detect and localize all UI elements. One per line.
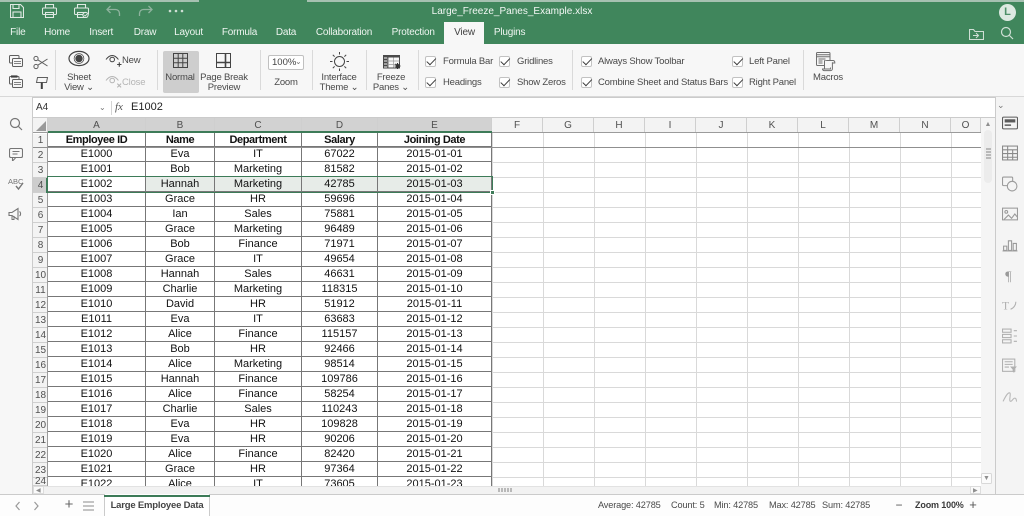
- svg-text:T: T: [1002, 299, 1009, 312]
- svg-text:¶: ¶: [1005, 268, 1012, 283]
